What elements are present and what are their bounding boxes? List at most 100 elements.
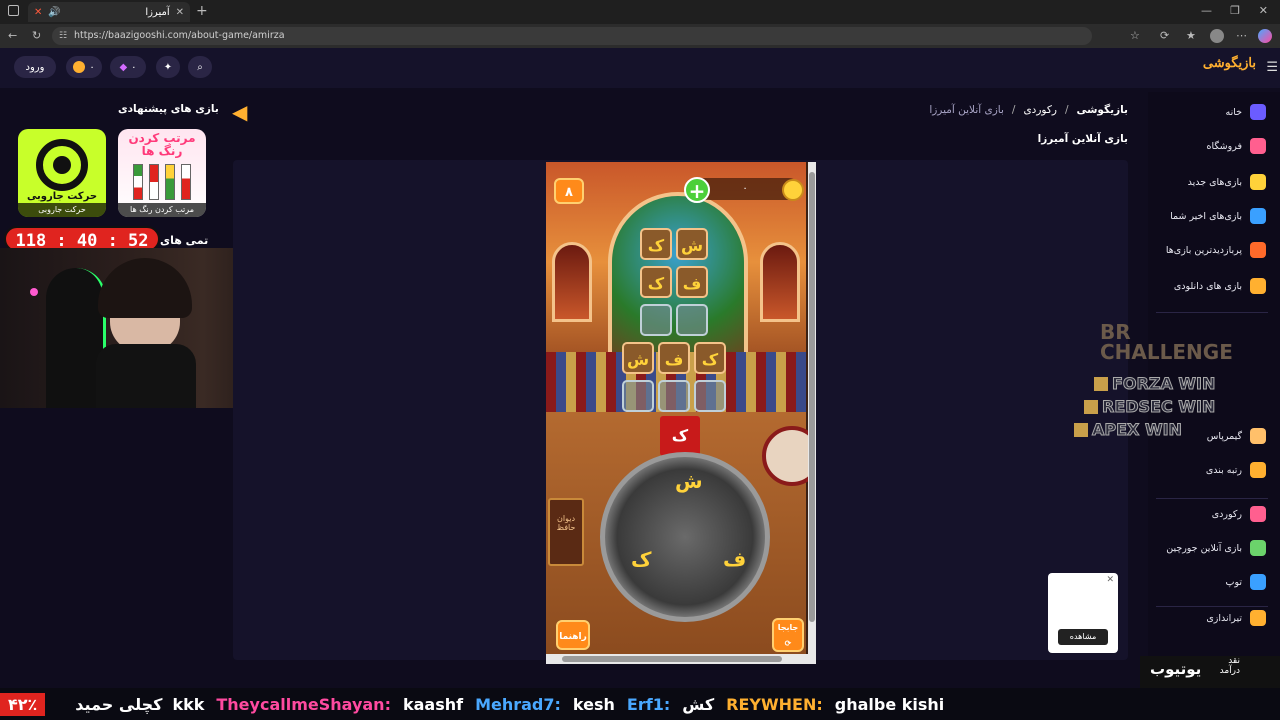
chat-message: kaashf <box>402 694 464 714</box>
tab-close-icon[interactable]: ✕ <box>176 7 184 18</box>
coin-icon <box>782 179 804 201</box>
sidebar-item[interactable]: رتبه بندی <box>1206 462 1266 478</box>
grid-cell: ش <box>676 228 708 260</box>
sidebar-item-label: بازی آنلاین جورچین <box>1166 542 1242 554</box>
chat-username: Erf1: <box>626 694 671 714</box>
suggested-card-sweep[interactable]: حرکت جاروبی حرکت جاروبی <box>18 129 106 217</box>
shuffle-button[interactable]: جابجا ⟳ <box>772 618 804 652</box>
grid-cell: ف <box>658 342 690 374</box>
streamer-hair <box>98 258 192 318</box>
corner-text-small: نقد درآمد <box>1220 656 1240 676</box>
site-info-icon[interactable]: ☷ <box>59 27 67 45</box>
gem-value: ۰ <box>131 61 137 73</box>
browser-tab[interactable]: ✕ 🔊 آمیرزا ✕ <box>28 2 190 22</box>
arrow-left-icon[interactable]: ◀ <box>232 100 247 124</box>
sidebar-item-label: رتبه بندی <box>1205 464 1242 476</box>
sidebar-item[interactable]: بازی های دانلودی <box>1174 278 1266 294</box>
search-button[interactable]: ⌕ <box>188 56 212 78</box>
breadcrumb-root[interactable]: بازیگوشی <box>1076 104 1128 116</box>
wheel-letter[interactable]: ف <box>723 547 746 571</box>
challenge-item: FORZA WIN <box>1094 372 1230 395</box>
back-icon[interactable]: ← <box>8 29 17 42</box>
login-button[interactable]: ورود <box>14 56 56 78</box>
shuffle-icon: ⟳ <box>784 639 792 648</box>
wheel-letter[interactable]: ش <box>675 469 703 493</box>
audio-icon[interactable]: 🔊 <box>48 7 60 18</box>
challenge-list: FORZA WIN REDSEC WIN APEX WIN <box>1070 372 1230 441</box>
gem-counter[interactable]: ◆ ۰ <box>110 56 146 78</box>
coin-counter[interactable]: ۰ <box>66 56 102 78</box>
puzzle-icon <box>1250 540 1266 556</box>
sidebar-item[interactable]: تیراندازی <box>1206 610 1266 626</box>
chat-username: TheycallmeShayan: <box>216 694 391 714</box>
reload-icon[interactable]: ↻ <box>32 29 41 42</box>
ticker-messages: kkk TheycallmeShayan: kaashf Mehrad7: kesh Er… <box>172 695 944 714</box>
tube-icon <box>149 164 159 200</box>
fire-icon <box>1250 242 1266 258</box>
help-button[interactable]: راهنما <box>556 620 590 650</box>
shuffle-label: جابجا <box>777 623 799 632</box>
challenge-label: APEX WIN <box>1092 420 1183 440</box>
grid-cell <box>658 380 690 412</box>
ad-view-button[interactable]: مشاهده <box>1058 629 1108 645</box>
partial-section-label: تمی های <box>160 234 209 247</box>
streamer-shirt <box>96 344 196 408</box>
chat-username: Mehrad7: <box>475 694 561 714</box>
more-menu-icon[interactable]: ⋯ <box>1236 29 1247 42</box>
grid-cell: ف <box>676 266 708 298</box>
maximize-icon[interactable]: ❐ <box>1230 4 1240 17</box>
menu-icon[interactable]: ☰ <box>1266 60 1278 75</box>
site-logo[interactable]: بازیگوشی <box>1203 56 1256 71</box>
sidebar-item[interactable]: خانه <box>1225 104 1266 120</box>
tab-actions-icon[interactable] <box>8 5 19 16</box>
sidebar-item[interactable]: بازی‌های جدید <box>1188 174 1266 190</box>
add-coins-button[interactable]: + <box>684 177 710 203</box>
sidebar-item[interactable]: رکوردی <box>1212 506 1266 522</box>
challenge-label: FORZA WIN <box>1111 374 1216 394</box>
grid-cell: ش <box>622 342 654 374</box>
page-title: بازی آنلاین آمیرزا <box>1037 133 1128 145</box>
breadcrumb-separator: / <box>1011 104 1016 116</box>
site-header: ورود ۰ ◆ ۰ ✦ ⌕ بازیگوشی ☰ <box>0 48 1280 88</box>
ticker-percent: ۴۲٪ <box>0 692 46 716</box>
game-canvas[interactable]: ۸ ۰ + کشکفشفک دیوان حافظ ک ش ک ف راهنما … <box>546 162 816 664</box>
extensions-icon[interactable]: ⟳ <box>1160 29 1169 42</box>
trophy-icon <box>1250 462 1266 478</box>
sidebar-item[interactable]: پربازدیدترین بازی‌ها <box>1166 242 1266 258</box>
card-art-text: حرکت جاروبی <box>26 191 98 202</box>
sidebar-item[interactable]: توپ <box>1226 574 1266 590</box>
new-tab-icon[interactable]: + <box>196 3 208 19</box>
level-badge[interactable]: ۸ <box>554 178 584 204</box>
sidebar-item[interactable]: بازی آنلاین جورچین <box>1166 540 1266 556</box>
shop-icon <box>1250 138 1266 154</box>
sidebar-item[interactable]: فروشگاه <box>1207 138 1266 154</box>
horizontal-scrollbar[interactable] <box>546 654 808 664</box>
sidebar-item-label: رکوردی <box>1211 508 1242 520</box>
letter-wheel[interactable]: ش ک ف <box>600 452 770 622</box>
checkbox-icon <box>1084 399 1098 414</box>
close-icon[interactable]: ✕ <box>1106 575 1114 585</box>
url-input[interactable]: ☷ https://baazigooshi.com/about-game/ami… <box>52 27 1092 45</box>
sidebar-item[interactable]: بازی‌های اخیر شما <box>1170 208 1266 224</box>
wheel-letter[interactable]: ک <box>631 547 651 571</box>
vertical-scrollbar[interactable] <box>808 162 816 664</box>
ticker-name: کچلی حمید <box>75 694 163 714</box>
ad-popup[interactable]: ✕ مشاهده <box>1048 573 1118 653</box>
sidebar-item-label: تیراندازی <box>1206 612 1242 624</box>
suggested-card-color-sort[interactable]: مرتب کردن رنگ ها مرتب کردن رنگ ها <box>118 129 206 217</box>
profile-avatar[interactable] <box>1210 29 1224 43</box>
sidebar-item-label: پربازدیدترین بازی‌ها <box>1165 244 1242 256</box>
magic-wand-button[interactable]: ✦ <box>156 56 180 78</box>
challenge-title: BR CHALLENGE <box>1100 320 1233 364</box>
tube-icon <box>133 164 143 200</box>
collections-icon[interactable]: ★ <box>1186 29 1196 42</box>
sidebar-divider <box>1156 312 1268 313</box>
address-bar-row: ← ↻ ☷ https://baazigooshi.com/about-game… <box>0 24 1280 48</box>
close-window-icon[interactable]: ✕ <box>1259 4 1268 17</box>
favorite-icon[interactable]: ☆ <box>1130 29 1140 42</box>
hafez-book: دیوان حافظ <box>548 498 584 566</box>
breadcrumb-category[interactable]: رکوردی <box>1023 104 1056 116</box>
grid-cell <box>694 380 726 412</box>
minimize-icon[interactable]: — <box>1201 4 1212 17</box>
copilot-icon[interactable] <box>1258 29 1272 43</box>
